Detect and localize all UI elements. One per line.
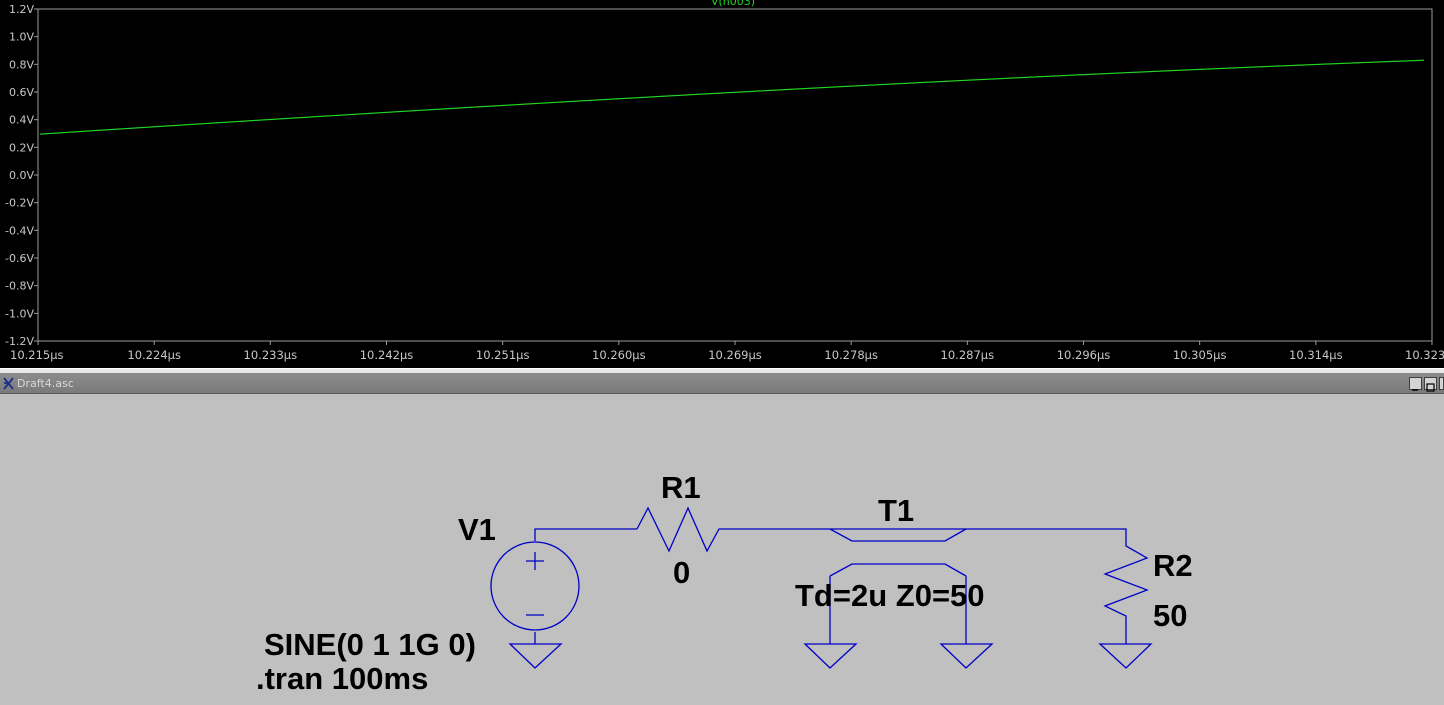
y-tick-label: 1.2V xyxy=(9,3,34,16)
r2-name-label[interactable]: R2 xyxy=(1153,548,1193,583)
ground-icon-v1 xyxy=(508,643,563,669)
y-axis: 1.2V 1.0V 0.8V 0.6V 0.4V 0.2V 0.0V -0.2V -0.4V -0… xyxy=(5,3,38,348)
x-axis: 10.215µs 10.224µs 10.233µs 10.242µs 10.251µs… xyxy=(10,341,1444,362)
r2-value-label[interactable]: 50 xyxy=(1153,598,1187,633)
ground-icon-t1-right xyxy=(939,643,994,669)
ground-icon-r2 xyxy=(1098,643,1153,669)
y-tick-label: -0.8V xyxy=(5,280,34,293)
plus-icon xyxy=(526,552,544,570)
r2-resistor[interactable] xyxy=(1103,540,1149,622)
trace-name-label[interactable]: V(n003) xyxy=(711,0,755,8)
x-tick-label: 10.278µs xyxy=(824,348,878,362)
x-tick-label: 10.260µs xyxy=(592,348,646,362)
t1-value-label[interactable]: Td=2u Z0=50 xyxy=(795,578,985,613)
y-tick-label: 1.0V xyxy=(9,31,34,44)
restore-button[interactable] xyxy=(1424,377,1437,392)
close-button[interactable] xyxy=(1439,377,1444,390)
x-tick-label: 10.251µs xyxy=(476,348,530,362)
t1-name-label[interactable]: T1 xyxy=(878,493,914,528)
y-tick-label: -0.4V xyxy=(5,224,34,237)
waveform-plot[interactable]: V(n003) 1.2V 1.0V 0.8V 0.6V 0.4V 0.2V 0.0V -0.2… xyxy=(0,0,1444,368)
trace-v-n003[interactable] xyxy=(39,59,1425,135)
x-tick-label: 10.215µs xyxy=(10,348,64,362)
window-title: Draft4.asc xyxy=(17,377,74,390)
x-tick-label: 10.233µs xyxy=(244,348,298,362)
r1-name-label[interactable]: R1 xyxy=(661,470,701,505)
r1-resistor[interactable] xyxy=(636,506,730,553)
x-tick-label: 10.323µs xyxy=(1405,348,1444,362)
y-tick-label: 0.8V xyxy=(9,58,34,71)
schematic-window-titlebar[interactable]: Draft4.asc xyxy=(0,374,1444,394)
v1-name-label[interactable]: V1 xyxy=(458,512,496,547)
y-tick-label: 0.6V xyxy=(9,86,34,99)
schematic-canvas[interactable]: V1 SINE(0 1 1G 0) R1 0 T1 Td=2u Z0=50 R2… xyxy=(0,394,1444,705)
plot-frame xyxy=(37,8,1433,342)
ltspice-app-icon[interactable] xyxy=(2,376,15,391)
ground-icon-t1-left xyxy=(803,643,858,669)
y-tick-label: 0.2V xyxy=(9,141,34,154)
y-tick-label: -1.0V xyxy=(5,307,34,320)
y-tick-label: 0.4V xyxy=(9,114,34,127)
y-tick-label: 0.0V xyxy=(9,169,34,182)
t1-transmission-line[interactable] xyxy=(829,528,967,577)
waveform-plot-pane[interactable]: V(n003) 1.2V 1.0V 0.8V 0.6V 0.4V 0.2V 0.0V -0.2… xyxy=(0,0,1444,368)
restore-icon xyxy=(1426,383,1435,392)
x-tick-label: 10.296µs xyxy=(1057,348,1111,362)
y-tick-label: -0.2V xyxy=(5,197,34,210)
y-tick-label: -0.6V xyxy=(5,252,34,265)
wire-v1-r1[interactable] xyxy=(534,528,637,541)
x-tick-label: 10.305µs xyxy=(1173,348,1227,362)
minimize-button[interactable] xyxy=(1409,377,1422,391)
v1-value-label[interactable]: SINE(0 1 1G 0) xyxy=(264,627,476,662)
x-tick-label: 10.269µs xyxy=(708,348,762,362)
r1-value-label[interactable]: 0 xyxy=(673,555,690,590)
x-tick-label: 10.314µs xyxy=(1289,348,1343,362)
x-tick-label: 10.242µs xyxy=(360,348,414,362)
y-tick-label: -1.2V xyxy=(5,335,34,348)
v1-voltage-source[interactable] xyxy=(490,541,580,631)
x-tick-label: 10.224µs xyxy=(127,348,181,362)
tran-directive[interactable]: .tran 100ms xyxy=(256,661,428,696)
x-tick-label: 10.287µs xyxy=(941,348,995,362)
minimize-icon xyxy=(1412,389,1418,391)
wire-r1-r2[interactable] xyxy=(730,528,1127,540)
